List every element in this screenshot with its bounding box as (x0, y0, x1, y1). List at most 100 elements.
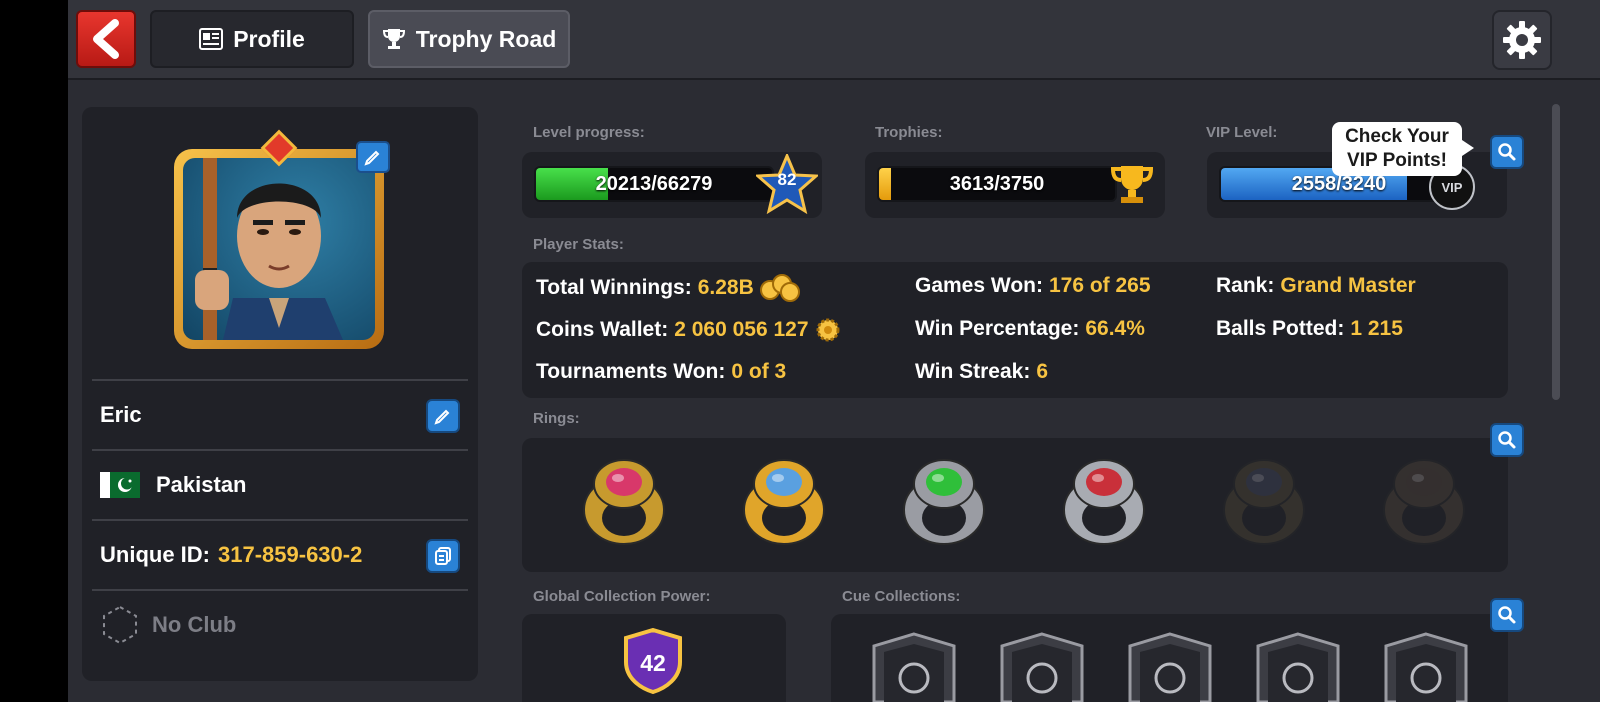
copy-icon (435, 547, 451, 565)
stat-total-winnings: Total Winnings: 6.28B (536, 274, 800, 302)
level-progress-label: Level progress: (533, 124, 645, 141)
trophies-card: 3613/3750 (865, 152, 1165, 218)
unique-id-label: Unique ID: (100, 542, 210, 567)
stat-rank-value: Grand Master (1280, 274, 1416, 297)
divider (92, 379, 468, 381)
vip-tooltip[interactable]: Check Your VIP Points! (1332, 122, 1474, 176)
unique-id-row: Unique ID: 317-859-630-2 (100, 535, 466, 575)
stat-win-streak: Win Streak: 6 (915, 360, 1048, 384)
stat-win-percentage-value: 66.4% (1085, 317, 1145, 340)
trophies-bar: 3613/3750 (877, 166, 1117, 202)
pencil-icon (434, 409, 450, 425)
stat-coins-wallet-value: 2 060 056 127 (674, 318, 809, 341)
unique-id-value: 317-859-630-2 (218, 542, 363, 567)
tab-trophy-road[interactable]: Trophy Road (368, 10, 570, 68)
divider (92, 589, 468, 591)
ring-locked-1-icon[interactable] (1216, 452, 1312, 548)
tab-profile-label: Profile (233, 25, 305, 52)
collection-power-label: Global Collection Power: (533, 588, 711, 605)
stat-rank-label: Rank: (1216, 274, 1275, 297)
trophies-text: 3613/3750 (949, 172, 1045, 195)
stat-tournaments-won-value: 0 of 3 (731, 360, 787, 383)
fireworks-icon[interactable] (868, 632, 960, 702)
pencil-icon (364, 150, 380, 166)
tab-profile[interactable]: Profile (150, 10, 354, 68)
stat-win-percentage: Win Percentage: 66.4% (915, 317, 1145, 341)
coin-stack-icon (759, 274, 800, 302)
player-name-row: Eric (100, 395, 466, 435)
divider (92, 449, 468, 451)
stat-games-won-label: Games Won: (915, 274, 1043, 297)
vip-tooltip-line1: Check Your (1345, 126, 1449, 147)
vip-tooltip-line2: VIP Points! (1347, 150, 1447, 171)
settings-button[interactable] (1492, 10, 1552, 70)
avatar-frame (174, 149, 384, 349)
edit-name-button[interactable] (426, 399, 460, 433)
trophies-label: Trophies: (875, 124, 943, 141)
tab-trophy-road-label: Trophy Road (415, 25, 557, 52)
collection-power-card: 42 (522, 614, 786, 702)
rings-label: Rings: (533, 410, 580, 427)
top-bar: Profile Trophy Road (68, 0, 1600, 80)
club-row[interactable]: No Club (100, 605, 466, 645)
ring-locked-2-icon[interactable] (1376, 452, 1472, 548)
club-name: No Club (152, 612, 237, 637)
magnifier-icon (1498, 143, 1516, 161)
magnifier-icon (1498, 606, 1516, 624)
ring-red-gem-icon[interactable] (576, 452, 672, 548)
level-progress-card: 20213/66279 82 (522, 152, 822, 218)
ring-green-masters-icon[interactable] (896, 452, 992, 548)
dollar-icon[interactable] (1380, 632, 1472, 702)
gold-trophy-icon (1110, 166, 1154, 203)
collection-power-value: 42 (640, 650, 666, 676)
divider (92, 519, 468, 521)
back-arrow-icon (93, 19, 119, 59)
stat-total-winnings-label: Total Winnings: (536, 276, 692, 299)
stat-coins-wallet: Coins Wallet: 2 060 056 127 (536, 317, 841, 343)
stat-total-winnings-value: 6.28B (697, 276, 754, 299)
landmarks-icon[interactable] (1124, 632, 1216, 702)
coin-icon (816, 318, 840, 342)
vip-info-button[interactable] (1490, 135, 1524, 169)
country-name: Pakistan (156, 472, 247, 497)
avatar[interactable] (174, 129, 390, 349)
level-progress-text: 20213/66279 (595, 172, 713, 195)
avatar-portrait (183, 158, 375, 340)
cue-collections-label: Cue Collections: (842, 588, 961, 605)
magnifier-icon (1498, 431, 1516, 449)
diamond-icon[interactable] (1252, 632, 1344, 702)
stat-win-streak-label: Win Streak: (915, 360, 1031, 383)
country-row: Pakistan (100, 465, 466, 505)
rings-info-button[interactable] (1490, 423, 1524, 457)
vip-level-label: VIP Level: (1206, 124, 1278, 141)
club-placeholder-icon (103, 605, 137, 645)
stat-win-percentage-label: Win Percentage: (915, 317, 1080, 340)
stat-games-won-value: 176 of 265 (1048, 274, 1151, 297)
player-name: Eric (100, 402, 142, 427)
trophy-icon (382, 29, 405, 49)
level-number: 82 (777, 170, 797, 189)
stat-balls-potted-value: 1 215 (1350, 317, 1403, 340)
stat-win-streak-value: 6 (1036, 360, 1049, 383)
profile-screen: Profile Trophy Road Eric Pakistan Unique… (68, 0, 1600, 702)
edit-avatar-button[interactable] (356, 141, 390, 173)
back-button[interactable] (76, 10, 136, 68)
cue-collections-info-button[interactable] (1490, 598, 1524, 632)
player-stats-label: Player Stats: (533, 236, 624, 253)
copy-id-button[interactable] (426, 539, 460, 573)
stat-tournaments-won-label: Tournaments Won: (536, 360, 726, 383)
stat-tournaments-won: Tournaments Won: 0 of 3 (536, 360, 786, 384)
level-progress-bar: 20213/66279 (534, 166, 774, 202)
ring-lisbon-masters-icon[interactable] (736, 452, 832, 548)
scrollbar[interactable] (1552, 104, 1560, 400)
stat-coins-wallet-label: Coins Wallet: (536, 318, 669, 341)
stat-balls-potted: Balls Potted: 1 215 (1216, 317, 1403, 341)
pakistan-flag-icon (100, 472, 140, 498)
ring-union-jack-icon[interactable] (1056, 452, 1152, 548)
stat-rank: Rank: Grand Master (1216, 274, 1416, 298)
eight-ball-icon[interactable] (996, 632, 1088, 702)
player-card: Eric Pakistan Unique ID: 317-859-630-2 N… (82, 107, 478, 681)
profile-card-icon (199, 28, 224, 50)
stat-balls-potted-label: Balls Potted: (1216, 317, 1345, 340)
stat-games-won: Games Won: 176 of 265 (915, 274, 1151, 298)
